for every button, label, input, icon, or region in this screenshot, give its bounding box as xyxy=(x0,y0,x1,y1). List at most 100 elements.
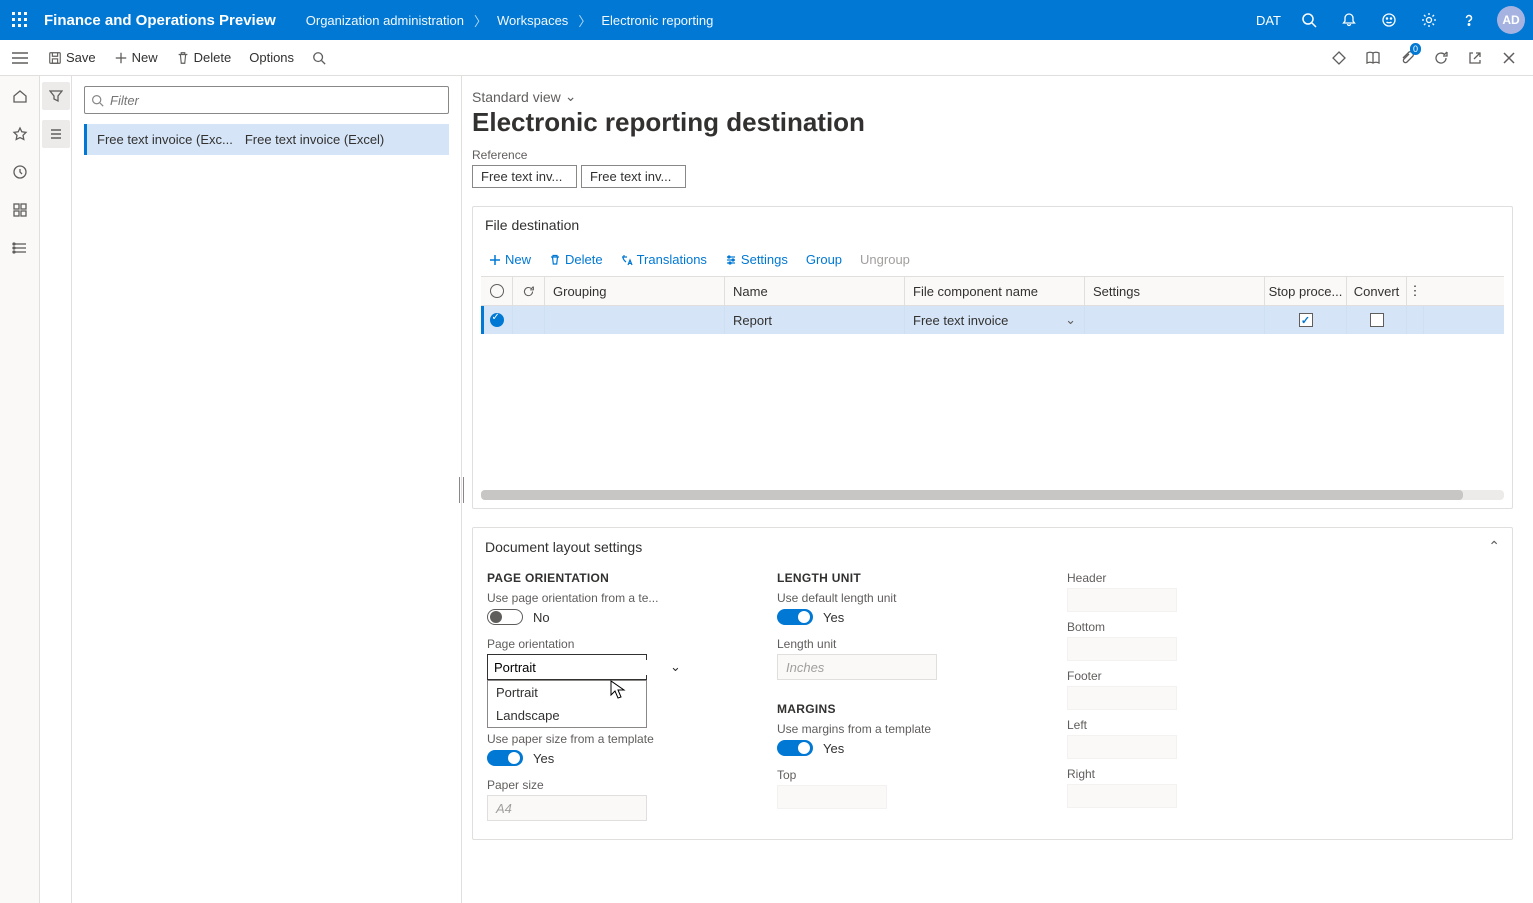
sub-rail xyxy=(40,76,72,903)
smiley-icon[interactable] xyxy=(1369,0,1409,40)
combo-option-portrait[interactable]: Portrait xyxy=(488,681,646,704)
reference-cell[interactable]: Free text inv... xyxy=(581,165,686,188)
breadcrumb-item[interactable]: Workspaces xyxy=(497,13,568,28)
chevron-right-icon: 〉 xyxy=(578,11,591,30)
margin-top-value xyxy=(777,785,887,809)
options-button[interactable]: Options xyxy=(241,46,302,69)
use-margins-template-toggle[interactable] xyxy=(777,740,813,756)
filter-input-box[interactable] xyxy=(84,86,449,114)
home-icon[interactable] xyxy=(6,82,34,110)
fd-delete-button[interactable]: Delete xyxy=(543,249,609,270)
length-unit-heading: LENGTH UNIT xyxy=(777,571,1027,585)
gear-icon[interactable] xyxy=(1409,0,1449,40)
grid-row[interactable]: Report Free text invoice ⌄ xyxy=(481,306,1504,334)
view-switcher[interactable]: Standard view ⌄ xyxy=(472,88,1513,105)
stop-checkbox[interactable] xyxy=(1299,313,1313,327)
hamburger-icon[interactable] xyxy=(0,40,40,76)
page-orientation-dropdown: Portrait Landscape xyxy=(487,680,647,728)
fd-translations-button[interactable]: Translations xyxy=(615,249,713,270)
document-layout-header[interactable]: Document layout settings ⌃ xyxy=(473,528,1512,565)
file-destination-grid: Grouping Name File component name Settin… xyxy=(481,276,1504,484)
modules-icon[interactable] xyxy=(6,234,34,262)
page-orientation-combo[interactable]: ⌄ Portrait Landscape xyxy=(487,654,647,680)
row-select[interactable] xyxy=(490,313,504,327)
new-button[interactable]: New xyxy=(106,46,166,69)
workspace-icon[interactable] xyxy=(6,196,34,224)
margin-bottom-label: Bottom xyxy=(1067,620,1227,634)
avatar[interactable]: AD xyxy=(1497,6,1525,34)
star-icon[interactable] xyxy=(6,120,34,148)
delete-label: Delete xyxy=(194,50,232,65)
reference-row: Free text inv... Free text inv... xyxy=(472,165,1513,188)
margin-header-value xyxy=(1067,588,1177,612)
fd-group-button[interactable]: Group xyxy=(800,249,848,270)
cell-component[interactable]: Free text invoice ⌄ xyxy=(905,306,1085,334)
col-name[interactable]: Name xyxy=(725,277,905,305)
fd-new-button[interactable]: New xyxy=(483,249,537,270)
attachment-icon[interactable]: 0 xyxy=(1391,42,1423,74)
use-paper-size-toggle[interactable] xyxy=(487,750,523,766)
section-title: File destination xyxy=(485,217,579,233)
col-grouping[interactable]: Grouping xyxy=(545,277,725,305)
cell-grouping[interactable] xyxy=(545,306,725,334)
select-all[interactable] xyxy=(481,277,513,305)
chevron-down-icon[interactable]: ⌄ xyxy=(670,659,681,675)
breadcrumb-item[interactable]: Organization administration xyxy=(306,13,464,28)
toggle-value0: No xyxy=(533,610,550,625)
toggle-value2: Yes xyxy=(823,610,844,625)
popout-icon[interactable] xyxy=(1459,42,1491,74)
filter-input[interactable] xyxy=(110,93,442,108)
grid-header: Grouping Name File component name Settin… xyxy=(481,276,1504,306)
close-icon[interactable] xyxy=(1493,42,1525,74)
refresh-icon[interactable] xyxy=(1425,42,1457,74)
funnel-icon[interactable] xyxy=(42,82,70,110)
bell-icon[interactable] xyxy=(1329,0,1369,40)
length-unit-column: LENGTH UNIT Use default length unit Yes … xyxy=(777,571,1027,821)
convert-checkbox[interactable] xyxy=(1370,313,1384,327)
use-margins-template-label: Use margins from a template xyxy=(777,722,1027,736)
nav-rail xyxy=(0,76,40,903)
delete-button[interactable]: Delete xyxy=(168,46,240,69)
paper-size-value: A4 xyxy=(487,795,647,821)
col-settings[interactable]: Settings xyxy=(1085,277,1265,305)
recent-icon[interactable] xyxy=(6,158,34,186)
use-paper-size-label: Use paper size from a template xyxy=(487,732,737,746)
col-convert[interactable]: Convert xyxy=(1347,277,1407,305)
use-default-length-toggle[interactable] xyxy=(777,609,813,625)
margins-column: Header Bottom Footer Left Right xyxy=(1067,571,1227,821)
fd-settings-button[interactable]: Settings xyxy=(719,249,794,270)
list-item[interactable]: Free text invoice (Exc... Free text invo… xyxy=(84,124,449,155)
cell-settings[interactable] xyxy=(1085,306,1265,334)
titlebar-right: DAT AD xyxy=(1248,0,1533,40)
file-destination-header[interactable]: File destination xyxy=(473,207,1512,243)
reference-cell[interactable]: Free text inv... xyxy=(472,165,577,188)
combo-option-landscape[interactable]: Landscape xyxy=(488,704,646,727)
margin-top-label: Top xyxy=(777,768,1027,782)
col-stop[interactable]: Stop proce... xyxy=(1265,277,1347,305)
document-layout-section: Document layout settings ⌃ PAGE ORIENTAT… xyxy=(472,527,1513,840)
save-button[interactable]: Save xyxy=(40,46,104,69)
margins-heading: MARGINS xyxy=(777,702,1027,716)
diamond-icon[interactable] xyxy=(1323,42,1355,74)
page-orientation-input[interactable] xyxy=(494,660,670,675)
help-icon[interactable] xyxy=(1449,0,1489,40)
margin-right-value xyxy=(1067,784,1177,808)
search-icon[interactable] xyxy=(1289,0,1329,40)
chevron-down-icon[interactable]: ⌄ xyxy=(1065,312,1076,328)
cell-name[interactable]: Report xyxy=(725,306,905,334)
use-page-orientation-toggle[interactable] xyxy=(487,609,523,625)
options-label: Options xyxy=(249,50,294,65)
book-icon[interactable] xyxy=(1357,42,1389,74)
col-component[interactable]: File component name xyxy=(905,277,1085,305)
action-search-icon[interactable] xyxy=(304,47,334,69)
app-launcher-icon[interactable] xyxy=(0,0,40,40)
page-orientation-label: Page orientation xyxy=(487,637,737,651)
list-icon[interactable] xyxy=(42,120,70,148)
horizontal-scrollbar[interactable] xyxy=(481,490,1504,500)
breadcrumb-item[interactable]: Electronic reporting xyxy=(601,13,713,28)
refresh-col-icon[interactable] xyxy=(513,277,545,305)
environment-label[interactable]: DAT xyxy=(1248,13,1289,28)
length-unit-value: Inches xyxy=(777,654,937,680)
chevron-right-icon: 〉 xyxy=(474,11,487,30)
more-columns-icon[interactable]: ⋮ xyxy=(1407,277,1423,305)
